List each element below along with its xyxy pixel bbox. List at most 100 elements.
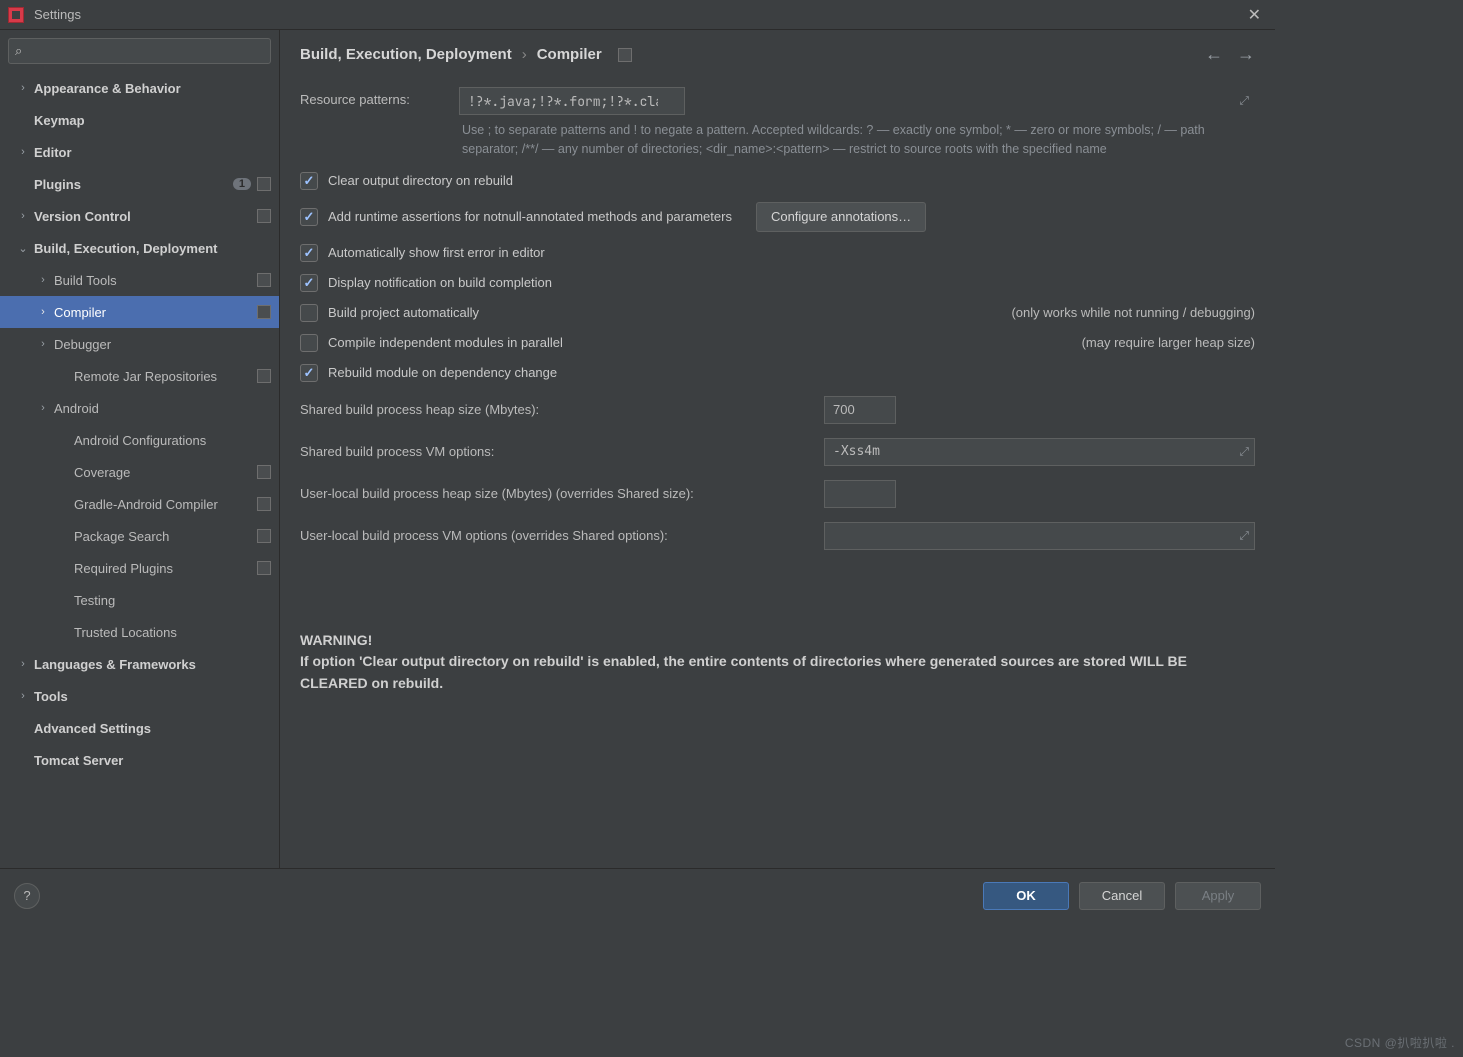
chevron-icon: › <box>16 690 30 702</box>
check-row: Automatically show first error in editor <box>300 244 1255 262</box>
sidebar-item-debugger[interactable]: › Debugger <box>0 328 279 360</box>
sidebar-item-tomcat-server[interactable]: Tomcat Server <box>0 744 279 776</box>
checkbox[interactable] <box>300 364 318 382</box>
project-scope-icon <box>257 497 271 511</box>
sidebar-item-label: Testing <box>74 593 271 608</box>
project-scope-icon <box>618 48 632 62</box>
sidebar-item-label: Coverage <box>74 465 251 480</box>
sidebar-item-label: Compiler <box>54 305 251 320</box>
search-input[interactable] <box>8 38 271 64</box>
chevron-icon: ⌄ <box>16 242 30 255</box>
warning-body: If option 'Clear output directory on reb… <box>300 653 1187 691</box>
update-count-badge: 1 <box>233 178 251 190</box>
sidebar-item-languages-frameworks[interactable]: ›Languages & Frameworks <box>0 648 279 680</box>
sidebar-item-label: Tools <box>34 689 271 704</box>
ok-button[interactable]: OK <box>983 882 1069 910</box>
sidebar-item-label: Editor <box>34 145 271 160</box>
text-input[interactable] <box>824 522 1255 550</box>
crumb-parent[interactable]: Build, Execution, Deployment <box>300 46 512 63</box>
app-icon <box>8 7 24 23</box>
checkbox[interactable] <box>300 334 318 352</box>
sidebar-item-keymap[interactable]: Keymap <box>0 104 279 136</box>
check-row: Clear output directory on rebuild <box>300 172 1255 190</box>
sidebar-item-label: Package Search <box>74 529 251 544</box>
apply-button[interactable]: Apply <box>1175 882 1261 910</box>
check-note: (only works while not running / debuggin… <box>971 305 1255 320</box>
sidebar-item-label: Keymap <box>34 113 271 128</box>
nav-forward-icon[interactable]: → <box>1237 44 1255 65</box>
cancel-button[interactable]: Cancel <box>1079 882 1165 910</box>
checkbox[interactable] <box>300 274 318 292</box>
project-scope-icon <box>257 305 271 319</box>
numeric-input[interactable] <box>824 396 896 424</box>
chevron-icon: › <box>16 210 30 222</box>
checkbox[interactable] <box>300 244 318 262</box>
kv-row: User-local build process VM options (ove… <box>300 522 1255 550</box>
sidebar-item-compiler[interactable]: ›Compiler <box>0 296 279 328</box>
close-icon[interactable]: ✕ <box>1242 5 1267 25</box>
project-scope-icon <box>257 177 271 191</box>
sidebar-item-android-configurations[interactable]: Android Configurations <box>0 424 279 456</box>
expand-icon[interactable]: ⤢ <box>1239 94 1249 109</box>
warning-title: WARNING! <box>300 630 1255 652</box>
sidebar-item-label: Trusted Locations <box>74 625 271 640</box>
kv-label: Shared build process VM options: <box>300 444 810 459</box>
checkbox[interactable] <box>300 208 318 226</box>
help-button[interactable]: ? <box>14 883 40 909</box>
titlebar: Settings ✕ <box>0 0 1275 30</box>
check-label: Display notification on build completion <box>328 275 552 290</box>
text-input[interactable] <box>824 438 1255 466</box>
sidebar-item-coverage[interactable]: Coverage <box>0 456 279 488</box>
warning-block: WARNING! If option 'Clear output directo… <box>300 630 1255 695</box>
sidebar-item-editor[interactable]: ›Editor <box>0 136 279 168</box>
project-scope-icon <box>257 561 271 575</box>
sidebar-item-label: Build Tools <box>54 273 251 288</box>
configure-annotations-button[interactable]: Configure annotations… <box>756 202 926 232</box>
checkbox[interactable] <box>300 172 318 190</box>
sidebar-item-gradle-android-compiler[interactable]: Gradle-Android Compiler <box>0 488 279 520</box>
check-label: Automatically show first error in editor <box>328 245 545 260</box>
sidebar-item-tools[interactable]: › Tools <box>0 680 279 712</box>
project-scope-icon <box>257 273 271 287</box>
project-scope-icon <box>257 465 271 479</box>
sidebar-item-build-tools[interactable]: › Build Tools <box>0 264 279 296</box>
sidebar-item-advanced-settings[interactable]: Advanced Settings <box>0 712 279 744</box>
chevron-icon: › <box>36 274 50 286</box>
sidebar-item-plugins[interactable]: Plugins1 <box>0 168 279 200</box>
sidebar-item-android[interactable]: ›Android <box>0 392 279 424</box>
sidebar-item-version-control[interactable]: ›Version Control <box>0 200 279 232</box>
sidebar-item-label: Debugger <box>54 337 271 352</box>
check-label: Clear output directory on rebuild <box>328 173 513 188</box>
check-note: (may require larger heap size) <box>1042 335 1255 350</box>
kv-label: User-local build process heap size (Mbyt… <box>300 486 810 501</box>
check-label: Build project automatically <box>328 305 479 320</box>
resource-patterns-label: Resource patterns: <box>300 87 445 107</box>
resource-patterns-help: Use ; to separate patterns and ! to nega… <box>462 121 1255 160</box>
sidebar-item-label: Tomcat Server <box>34 753 271 768</box>
chevron-icon: › <box>36 338 50 350</box>
sidebar-item-appearance-behavior[interactable]: ›Appearance & Behavior <box>0 72 279 104</box>
sidebar-item-label: Languages & Frameworks <box>34 657 271 672</box>
check-row: Build project automatically (only works w… <box>300 304 1255 322</box>
check-row: Add runtime assertions for notnull-annot… <box>300 202 1255 232</box>
kv-label: Shared build process heap size (Mbytes): <box>300 402 810 417</box>
sidebar-item-remote-jar-repositories[interactable]: Remote Jar Repositories <box>0 360 279 392</box>
kv-row: Shared build process heap size (Mbytes): <box>300 396 1255 424</box>
sidebar-item-label: Android Configurations <box>74 433 271 448</box>
checkbox[interactable] <box>300 304 318 322</box>
resource-patterns-input[interactable] <box>459 87 685 115</box>
kv-row: User-local build process heap size (Mbyt… <box>300 480 1255 508</box>
check-label: Rebuild module on dependency change <box>328 365 557 380</box>
sidebar-item-trusted-locations[interactable]: Trusted Locations <box>0 616 279 648</box>
sidebar-item-required-plugins[interactable]: Required Plugins <box>0 552 279 584</box>
sidebar-item-testing[interactable]: Testing <box>0 584 279 616</box>
breadcrumb: Build, Execution, Deployment › Compiler <box>300 46 1205 63</box>
sidebar-item-package-search[interactable]: Package Search <box>0 520 279 552</box>
sidebar-item-build-execution-deployment[interactable]: ⌄Build, Execution, Deployment <box>0 232 279 264</box>
sidebar-item-label: Appearance & Behavior <box>34 81 271 96</box>
sidebar-item-label: Required Plugins <box>74 561 251 576</box>
numeric-input[interactable] <box>824 480 896 508</box>
nav-back-icon[interactable]: ← <box>1205 44 1223 65</box>
main-panel: Build, Execution, Deployment › Compiler … <box>280 30 1275 868</box>
check-row: Display notification on build completion <box>300 274 1255 292</box>
